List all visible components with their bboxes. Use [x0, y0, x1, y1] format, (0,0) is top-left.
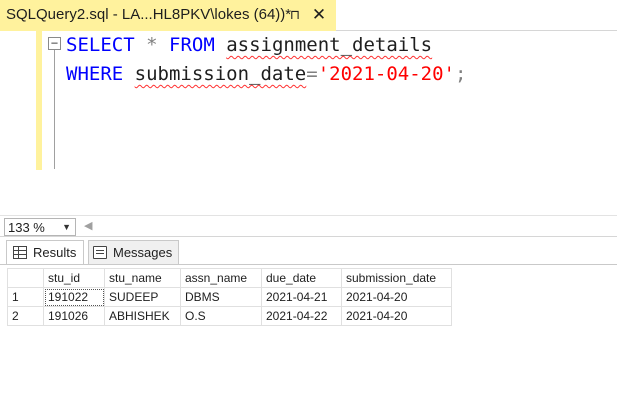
close-icon[interactable]: ✕: [309, 5, 329, 25]
results-tab-strip: Results Messages: [0, 237, 617, 264]
grid-cell[interactable]: 2021-04-21: [261, 287, 342, 307]
column-header[interactable]: submission_date: [341, 268, 452, 288]
grid-cell[interactable]: ABHISHEK: [104, 306, 181, 326]
scroll-left-icon[interactable]: ◀: [84, 219, 92, 232]
messages-icon: [93, 246, 107, 259]
results-grid: stu_id stu_name assn_name due_date submi…: [7, 268, 452, 326]
semicolon: ;: [454, 63, 467, 85]
outline-line: [54, 50, 55, 169]
editor-gutter: [0, 31, 32, 215]
column-header[interactable]: stu_id: [43, 268, 105, 288]
column-header[interactable]: due_date: [261, 268, 342, 288]
query-tab[interactable]: SQLQuery2.sql - LA...HL8PKV\lokes (64))*…: [0, 0, 336, 31]
chevron-down-icon: ▼: [62, 222, 71, 232]
query-tab-title: SQLQuery2.sql - LA...HL8PKV\lokes (64))*: [6, 6, 292, 23]
grid-cell[interactable]: 2021-04-20: [341, 306, 452, 326]
string-literal: '2021-04-20': [317, 63, 455, 85]
grid-cell[interactable]: O.S: [180, 306, 262, 326]
column-header[interactable]: assn_name: [180, 268, 262, 288]
document-tab-bar: SQLQuery2.sql - LA...HL8PKV\lokes (64))*…: [0, 0, 617, 31]
table-row[interactable]: 2 191026 ABHISHEK O.S 2021-04-22 2021-04…: [7, 306, 452, 326]
results-grid-pane: stu_id stu_name assn_name due_date submi…: [0, 264, 617, 416]
pin-icon[interactable]: ⊓: [285, 5, 305, 25]
table-row[interactable]: 1 191022 SUDEEP DBMS 2021-04-21 2021-04-…: [7, 287, 452, 307]
tab-messages[interactable]: Messages: [88, 240, 179, 264]
operator-equals: =: [306, 63, 318, 85]
tab-results[interactable]: Results: [6, 240, 84, 264]
code-text[interactable]: SELECT * FROM assignment_details WHERE s…: [66, 31, 466, 89]
operator-star: *: [146, 34, 158, 56]
column-identifier: submission_date: [134, 63, 307, 85]
grid-header-row: stu_id stu_name assn_name due_date submi…: [7, 268, 452, 288]
tab-messages-label: Messages: [113, 245, 173, 260]
grid-cell[interactable]: 2021-04-22: [261, 306, 342, 326]
row-number-header[interactable]: [7, 268, 44, 288]
zoom-bar: 133 % ▼ ◀: [0, 215, 617, 237]
grid-cell[interactable]: 2021-04-20: [341, 287, 452, 307]
row-number[interactable]: 2: [7, 306, 44, 326]
column-header[interactable]: stu_name: [104, 268, 181, 288]
change-tracking-bar: [36, 31, 42, 170]
zoom-dropdown[interactable]: 133 % ▼: [4, 218, 76, 236]
keyword-select: SELECT: [66, 34, 135, 56]
grid-cell[interactable]: DBMS: [180, 287, 262, 307]
table-identifier: assignment_details: [226, 34, 433, 56]
query-editor[interactable]: − SELECT * FROM assignment_details WHERE…: [0, 31, 617, 215]
grid-cell[interactable]: 191022: [43, 287, 105, 307]
grid-cell[interactable]: 191026: [43, 306, 105, 326]
zoom-value: 133 %: [8, 220, 45, 235]
keyword-where: WHERE: [66, 63, 124, 85]
collapse-icon[interactable]: −: [48, 37, 61, 50]
keyword-from: FROM: [169, 34, 215, 56]
tab-results-label: Results: [33, 245, 77, 260]
grid-cell[interactable]: SUDEEP: [104, 287, 181, 307]
row-number[interactable]: 1: [7, 287, 44, 307]
grid-icon: [13, 246, 27, 259]
